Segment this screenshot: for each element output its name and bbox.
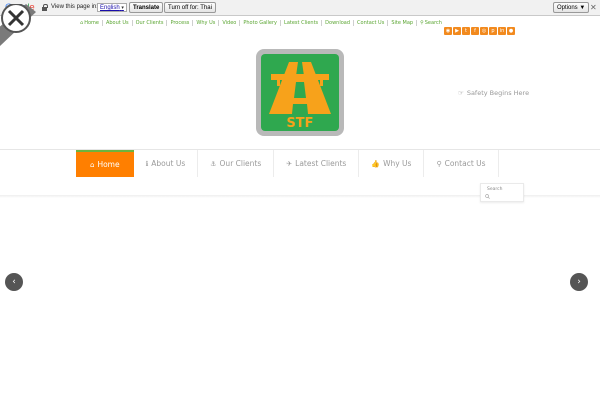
thumbs-up-icon: 👍 bbox=[371, 159, 381, 168]
home-icon: ⌂ bbox=[90, 160, 95, 169]
home-icon: ⌂ bbox=[80, 20, 84, 26]
view-page-text: View this page in: bbox=[51, 4, 98, 10]
main-nav-about-us[interactable]: ℹ About Us bbox=[134, 150, 199, 177]
logo-text: STF bbox=[286, 116, 313, 131]
dropdown-arrow-icon: ▾ bbox=[121, 5, 124, 11]
site-logo[interactable]: STF bbox=[256, 49, 344, 136]
linkedin-icon[interactable]: in bbox=[498, 27, 506, 35]
stf-logo-graphic: STF bbox=[261, 54, 339, 131]
slider-prev-button[interactable]: ‹ bbox=[5, 273, 23, 291]
options-button[interactable]: Options ▼ bbox=[553, 2, 590, 13]
language-select[interactable]: English ▾ bbox=[97, 3, 127, 12]
close-icon[interactable]: ✕ bbox=[590, 3, 597, 12]
top-nav-search[interactable]: ⚲ Search bbox=[417, 20, 445, 26]
top-nav-latest-clients[interactable]: Latest Clients bbox=[281, 20, 323, 26]
top-nav-process[interactable]: Process bbox=[167, 20, 194, 26]
twitter-icon[interactable]: t bbox=[462, 27, 470, 35]
info-icon: ℹ bbox=[145, 159, 149, 168]
top-nav-download[interactable]: Download bbox=[322, 20, 355, 26]
main-nav-latest-clients[interactable]: ✈ Latest Clients bbox=[274, 150, 360, 177]
tagline: ☞ Safety Begins Here bbox=[458, 89, 529, 97]
turn-off-button[interactable]: Turn off for: Thai bbox=[164, 2, 216, 13]
translate-button[interactable]: Translate bbox=[129, 2, 164, 13]
instagram-icon[interactable]: ◎ bbox=[480, 27, 488, 35]
main-nav-why-us[interactable]: 👍 Why Us bbox=[359, 150, 425, 177]
map-marker-icon: ⚲ bbox=[436, 159, 442, 168]
main-nav-home[interactable]: ⌂ Home bbox=[76, 150, 134, 177]
search-icon bbox=[485, 194, 490, 199]
top-nav-about-us[interactable]: About Us bbox=[103, 20, 133, 26]
search-icon: ⚲ bbox=[420, 20, 424, 26]
top-nav-photo-gallery[interactable]: Photo Gallery bbox=[240, 20, 282, 26]
bullhorn-icon: ✈ bbox=[286, 159, 293, 168]
youtube-icon[interactable]: ▶ bbox=[453, 27, 461, 35]
hand-pointer-icon: ☞ bbox=[458, 89, 464, 97]
top-nav-our-clients[interactable]: Our Clients bbox=[133, 20, 168, 26]
main-nav: ⌂ Home ℹ About Us ⚓ Our Clients ✈ Latest Cli… bbox=[76, 150, 499, 177]
anchor-icon: ⚓ bbox=[210, 159, 217, 168]
top-nav-why-us[interactable]: Why Us bbox=[193, 20, 220, 26]
lock-icon bbox=[42, 4, 48, 11]
slider-next-button[interactable]: › bbox=[570, 273, 588, 291]
search-label: Search bbox=[487, 187, 503, 192]
main-nav-our-clients[interactable]: ⚓ Our Clients bbox=[198, 150, 275, 177]
flickr-icon[interactable]: ● bbox=[507, 27, 515, 35]
search-dropdown[interactable]: Search bbox=[480, 183, 524, 202]
social-icons: ◉ ▶ t f ◎ p in ● bbox=[444, 27, 515, 35]
main-nav-bar: ⌂ Home ℹ About Us ⚓ Our Clients ✈ Latest Cli… bbox=[0, 149, 600, 177]
top-nav-home[interactable]: ⌂ Home bbox=[77, 20, 103, 26]
top-nav-site-map[interactable]: Site Map bbox=[388, 20, 418, 26]
tagline-text: Safety Begins Here bbox=[466, 89, 530, 97]
top-nav-video[interactable]: Video bbox=[219, 20, 241, 26]
pinterest-icon[interactable]: p bbox=[489, 27, 497, 35]
rss-icon[interactable]: ◉ bbox=[444, 27, 452, 35]
corner-ribbon-icon[interactable] bbox=[0, 4, 38, 50]
top-nav: ⌂ Home About Us Our Clients Process Why U… bbox=[77, 19, 445, 27]
facebook-icon[interactable]: f bbox=[471, 27, 479, 35]
main-nav-contact-us[interactable]: ⚲ Contact Us bbox=[424, 150, 499, 177]
top-nav-contact-us[interactable]: Contact Us bbox=[354, 20, 389, 26]
language-value: English bbox=[100, 5, 120, 11]
translate-bar: Google View this page in: English ▾ Tran… bbox=[0, 0, 600, 16]
